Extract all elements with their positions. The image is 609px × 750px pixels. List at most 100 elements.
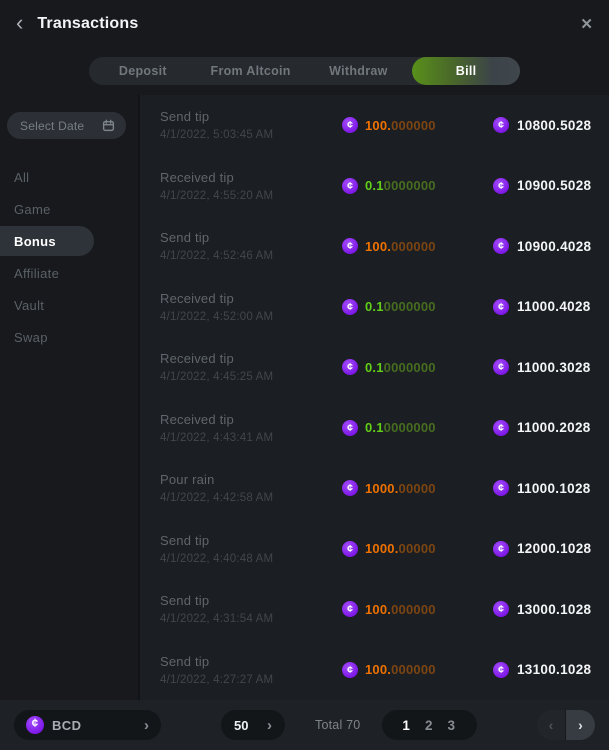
bcd-coin-icon: ¢ bbox=[342, 420, 358, 436]
select-date-button[interactable]: Select Date bbox=[7, 112, 126, 139]
page-size-value: 50 bbox=[234, 718, 248, 733]
page-size-selector[interactable]: 50 › bbox=[221, 710, 285, 740]
transaction-type: Pour rain bbox=[160, 472, 342, 487]
amount-value: 1000.00000 bbox=[365, 481, 436, 496]
filter-item[interactable]: Swap bbox=[0, 321, 138, 353]
transaction-amount: ¢ 0.10000000 bbox=[342, 299, 493, 315]
transaction-datetime: 4/1/2022, 4:42:58 AM bbox=[160, 492, 342, 504]
chevron-right-icon: › bbox=[144, 717, 149, 734]
transaction-row: Received tip 4/1/2022, 4:55:20 AM ¢ 0.10… bbox=[140, 156, 609, 217]
transaction-datetime: 4/1/2022, 4:55:20 AM bbox=[160, 190, 342, 202]
amount-value: 1000.00000 bbox=[365, 541, 436, 556]
transaction-datetime: 4/1/2022, 4:52:46 AM bbox=[160, 250, 342, 262]
transaction-row: Send tip 4/1/2022, 4:31:54 AM ¢ 100.0000… bbox=[140, 579, 609, 640]
filter-item[interactable]: Vault bbox=[0, 289, 138, 321]
page-number[interactable]: 2 bbox=[425, 718, 433, 733]
total-count: Total 70 bbox=[315, 718, 360, 732]
amount-significant: 100. bbox=[365, 602, 391, 617]
transaction-info: Send tip 4/1/2022, 5:03:45 AM bbox=[160, 109, 342, 141]
transaction-type: Send tip bbox=[160, 109, 342, 124]
balance-value: 11000.4028 bbox=[517, 299, 591, 314]
transaction-type: Received tip bbox=[160, 170, 342, 185]
transaction-balance: ¢ 11000.1028 bbox=[493, 480, 591, 496]
close-icon[interactable]: ✕ bbox=[580, 15, 593, 33]
transaction-datetime: 4/1/2022, 4:27:27 AM bbox=[160, 674, 342, 686]
tab[interactable]: From Altcoin bbox=[197, 57, 305, 85]
transaction-amount: ¢ 0.10000000 bbox=[342, 178, 493, 194]
bcd-coin-icon: ¢ bbox=[493, 662, 509, 678]
page-number[interactable]: 1 bbox=[402, 718, 410, 733]
transaction-amount: ¢ 0.10000000 bbox=[342, 420, 493, 436]
transaction-row: Send tip 4/1/2022, 4:40:48 AM ¢ 1000.000… bbox=[140, 519, 609, 580]
transaction-datetime: 4/1/2022, 4:40:48 AM bbox=[160, 553, 342, 565]
amount-significant: 1000. bbox=[365, 541, 399, 556]
balance-value: 11000.2028 bbox=[517, 420, 591, 435]
transaction-row: Received tip 4/1/2022, 4:43:41 AM ¢ 0.10… bbox=[140, 398, 609, 459]
filter-sidebar: Select Date All Game bbox=[0, 95, 140, 700]
transaction-info: Received tip 4/1/2022, 4:45:25 AM bbox=[160, 351, 342, 383]
filter-item[interactable]: All bbox=[0, 161, 138, 193]
back-icon[interactable]: ‹ bbox=[16, 12, 23, 34]
page-number[interactable]: 3 bbox=[447, 718, 455, 733]
balance-value: 10900.5028 bbox=[517, 178, 591, 193]
amount-trailing-zeros: 00000 bbox=[399, 541, 436, 556]
transaction-amount: ¢ 1000.00000 bbox=[342, 480, 493, 496]
next-page-button[interactable]: › bbox=[566, 710, 595, 740]
transaction-balance: ¢ 10900.4028 bbox=[493, 238, 591, 254]
calendar-icon bbox=[102, 119, 115, 132]
amount-value: 0.10000000 bbox=[365, 360, 436, 375]
transaction-info: Send tip 4/1/2022, 4:27:27 AM bbox=[160, 654, 342, 686]
page-title: Transactions bbox=[37, 15, 138, 33]
chevron-right-icon: › bbox=[578, 717, 583, 733]
transaction-info: Received tip 4/1/2022, 4:43:41 AM bbox=[160, 412, 342, 444]
transaction-row: Send tip 4/1/2022, 4:27:27 AM ¢ 100.0000… bbox=[140, 640, 609, 701]
tab[interactable]: Bill bbox=[412, 57, 520, 85]
transaction-type: Send tip bbox=[160, 593, 342, 608]
transaction-type: Received tip bbox=[160, 351, 342, 366]
amount-value: 100.000000 bbox=[365, 239, 436, 254]
tab-label: Withdraw bbox=[329, 64, 388, 78]
filter-item[interactable]: Game bbox=[0, 193, 138, 225]
filter-item[interactable]: Bonus bbox=[0, 226, 94, 256]
amount-value: 100.000000 bbox=[365, 118, 436, 133]
tab[interactable]: Deposit bbox=[89, 57, 197, 85]
transaction-type: Send tip bbox=[160, 230, 342, 245]
amount-significant: 1000. bbox=[365, 481, 399, 496]
transaction-amount: ¢ 100.000000 bbox=[342, 117, 493, 133]
amount-value: 0.10000000 bbox=[365, 299, 436, 314]
filter-item[interactable]: Affiliate bbox=[0, 257, 138, 289]
chevron-right-icon: › bbox=[267, 717, 272, 734]
bcd-coin-icon: ¢ bbox=[342, 299, 358, 315]
amount-value: 100.000000 bbox=[365, 662, 436, 677]
transaction-amount: ¢ 100.000000 bbox=[342, 601, 493, 617]
amount-value: 100.000000 bbox=[365, 602, 436, 617]
amount-trailing-zeros: 0000000 bbox=[384, 299, 436, 314]
amount-significant: 100. bbox=[365, 239, 391, 254]
bcd-coin-icon: ¢ bbox=[342, 601, 358, 617]
transaction-list: Send tip 4/1/2022, 5:03:45 AM ¢ 100.0000… bbox=[140, 95, 609, 700]
amount-significant: 100. bbox=[365, 118, 391, 133]
balance-value: 13000.1028 bbox=[517, 602, 591, 617]
transaction-amount: ¢ 1000.00000 bbox=[342, 541, 493, 557]
bcd-coin-icon: ¢ bbox=[493, 601, 509, 617]
amount-trailing-zeros: 000000 bbox=[391, 239, 436, 254]
bcd-coin-icon: ¢ bbox=[493, 541, 509, 557]
filter-list: All Game Bonus Affiliate Vau bbox=[0, 161, 138, 353]
tab[interactable]: Withdraw bbox=[305, 57, 413, 85]
bcd-coin-icon: ¢ bbox=[493, 359, 509, 375]
bcd-coin-icon: ¢ bbox=[342, 541, 358, 557]
transaction-info: Received tip 4/1/2022, 4:55:20 AM bbox=[160, 170, 342, 202]
bcd-coin-icon: ¢ bbox=[26, 716, 44, 734]
amount-trailing-zeros: 000000 bbox=[391, 118, 436, 133]
transaction-datetime: 4/1/2022, 4:45:25 AM bbox=[160, 371, 342, 383]
filter-item-label: Affiliate bbox=[14, 266, 59, 281]
amount-trailing-zeros: 0000000 bbox=[384, 360, 436, 375]
transactions-modal: ‹ Transactions ✕ Deposit From Altcoin Wi… bbox=[0, 0, 609, 750]
transaction-info: Pour rain 4/1/2022, 4:42:58 AM bbox=[160, 472, 342, 504]
prev-page-button[interactable]: ‹ bbox=[537, 710, 566, 740]
transaction-amount: ¢ 100.000000 bbox=[342, 662, 493, 678]
amount-trailing-zeros: 0000000 bbox=[384, 178, 436, 193]
currency-selector[interactable]: ¢ BCD › bbox=[14, 710, 161, 740]
filter-item-label: Bonus bbox=[14, 234, 56, 249]
transaction-type: Send tip bbox=[160, 533, 342, 548]
